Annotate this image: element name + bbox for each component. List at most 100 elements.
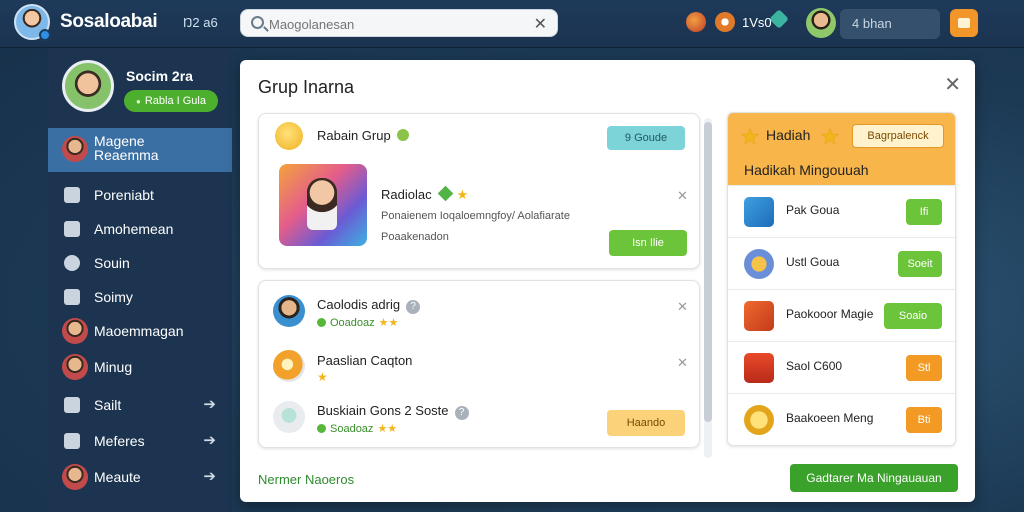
search-icon [251, 16, 264, 29]
reward-label: Saol C600 [786, 359, 843, 373]
group-panel: Grup Inarna ✕ Rabain Grup 9 Goude Radiol… [240, 60, 975, 502]
group-title: Rabain Grup [317, 128, 409, 143]
friend-status-text: Soadoaz [330, 423, 374, 435]
medal-icon [744, 405, 774, 435]
sidebar-item-2[interactable]: Amohemean [48, 212, 232, 246]
smile-icon [275, 122, 303, 150]
scrollbar[interactable] [704, 118, 712, 458]
tag-icon [437, 185, 453, 202]
reward-claim-button[interactable]: Bti [906, 407, 942, 433]
star-icon: ★ [740, 124, 760, 149]
scrollbar-thumb[interactable] [704, 122, 712, 422]
brand-sub: Ŋ2 a6 [183, 15, 218, 30]
sidebar-item-5[interactable]: Maoemmagan [48, 314, 232, 348]
reward-row: Baakoeen Meng Bti [728, 393, 955, 445]
notification-icon[interactable] [686, 12, 706, 32]
friend-avatar[interactable] [273, 350, 305, 382]
friend-avatar[interactable] [273, 295, 305, 327]
friend-avatar[interactable] [273, 401, 305, 433]
star-icon: ★ [317, 370, 328, 384]
avatar [62, 136, 88, 162]
play-button[interactable]: Isn Ilie [609, 230, 687, 256]
reward-claim-button[interactable]: Soeit [898, 251, 942, 277]
help-icon[interactable]: ? [406, 300, 421, 314]
sidebar-item-7[interactable]: Sailt ➔ [48, 388, 232, 422]
help-icon[interactable]: ? [454, 406, 469, 420]
profile-card: Socim 2ra Rabla I Gula [48, 48, 232, 126]
panel-title: Grup Inarna [258, 77, 355, 97]
dismiss-icon[interactable]: ✕ [677, 355, 688, 371]
chevron-right-icon: ➔ [203, 432, 216, 449]
game-thumbnail[interactable] [279, 164, 367, 246]
reward-claim-button[interactable]: Stl [906, 355, 942, 381]
dismiss-icon[interactable]: ✕ [677, 188, 688, 204]
footer-link[interactable]: Nermer Naoeros [258, 472, 354, 487]
user-menu[interactable]: 4 bhan [840, 9, 940, 39]
coin-icon [744, 249, 774, 279]
friend-action-button[interactable]: Haando [607, 410, 685, 436]
rewards-tab-button[interactable]: Bagrpalenck [852, 124, 944, 148]
verified-icon [396, 129, 409, 141]
friend-status-text: Ooadoaz [330, 317, 375, 329]
friend-status: Soadoaz ★★ [317, 422, 397, 435]
reward-label: Pak Goua [786, 203, 840, 217]
sidebar-item-8[interactable]: Meferes ➔ [48, 424, 232, 458]
reward-row: Ustl Goua Soeit [728, 237, 955, 289]
online-dot [39, 29, 51, 41]
gift-icon[interactable] [950, 9, 978, 37]
rewards-panel: ★ Hadiah ★ Bagrpalenck Hadikah Mingouuah… [727, 112, 956, 446]
sidebar-item-6[interactable]: Minug [48, 350, 232, 384]
reward-row: Pak Goua Ifi [728, 185, 955, 237]
dismiss-icon[interactable]: ✕ [677, 299, 688, 315]
chevron-right-icon: ➔ [203, 468, 216, 485]
card-icon [744, 197, 774, 227]
group-title-text: Rabain Grup [317, 128, 391, 143]
sidebar-item-4[interactable]: Soimy [48, 280, 232, 314]
rewards-title: Hadiah [766, 127, 811, 143]
app-avatar[interactable] [14, 4, 51, 41]
close-icon[interactable]: ✕ [534, 14, 547, 34]
rewards-header: ★ Hadiah ★ Bagrpalenck Hadikah Mingouuah [728, 113, 955, 185]
top-bar: Sosaloabai Ŋ2 a6 ✕ 1Vs0 4 bhan [0, 0, 1024, 48]
video-icon [64, 433, 80, 449]
profile-status-button[interactable]: Rabla I Gula [124, 90, 218, 112]
sidebar-item-label: Magene Reaemma [94, 133, 159, 163]
avatar [62, 464, 88, 490]
sidebar-item-1[interactable]: Poreniabt [48, 178, 232, 212]
sidebar-item-label: Sailt [94, 397, 122, 413]
sidebar-item-label: Poreniabt [94, 187, 154, 203]
sidebar-item-0[interactable]: Magene Reaemma [48, 128, 232, 172]
weekly-rewards-button[interactable]: Gadtarer Ma Ningauauan [790, 464, 958, 492]
sidebar-item-3[interactable]: Souin [48, 246, 232, 280]
gift-icon [744, 353, 774, 383]
friends-card: Caolodis adrig? Ooadoaz ★★ ✕ Paaslian Caq… [258, 280, 700, 448]
search-input[interactable] [269, 14, 519, 34]
user-avatar[interactable] [806, 8, 836, 38]
chat-icon [64, 397, 80, 413]
reward-row: Paokooor Magie Soaio [728, 289, 955, 341]
sidebar-item-9[interactable]: Meaute ➔ [48, 460, 232, 494]
reward-claim-button[interactable]: Soaio [884, 303, 942, 329]
sidebar-item-label: Amohemean [94, 221, 174, 237]
avatar [62, 318, 88, 344]
chevron-right-icon: ➔ [203, 396, 216, 413]
avatar [62, 354, 88, 380]
profile-name: Socim 2ra [126, 68, 193, 84]
sidebar: Socim 2ra Rabla I Gula Magene Reaemma Po… [48, 48, 232, 512]
circle-icon [64, 255, 80, 271]
friend-name-text: Buskiain Gons 2 Soste [317, 403, 449, 418]
friend-name: Paaslian Caqton [317, 353, 413, 368]
sidebar-item-label: Souin [94, 255, 130, 271]
stars-icon: ★★ [377, 423, 398, 435]
stars-icon: ★★ [378, 317, 399, 329]
reward-row: Saol C600 Stl [728, 341, 955, 393]
reward-claim-button[interactable]: Ifi [906, 199, 942, 225]
tools-icon [64, 289, 80, 305]
reward-label: Baakoeen Meng [786, 411, 874, 425]
profile-avatar[interactable] [62, 60, 114, 112]
close-icon[interactable]: ✕ [944, 72, 961, 97]
sidebar-item-label: Meaute [94, 469, 141, 485]
search-box[interactable]: ✕ [240, 9, 558, 37]
join-group-button[interactable]: 9 Goude [607, 126, 685, 150]
rewards-subtitle: Hadikah Mingouuah [744, 162, 869, 178]
